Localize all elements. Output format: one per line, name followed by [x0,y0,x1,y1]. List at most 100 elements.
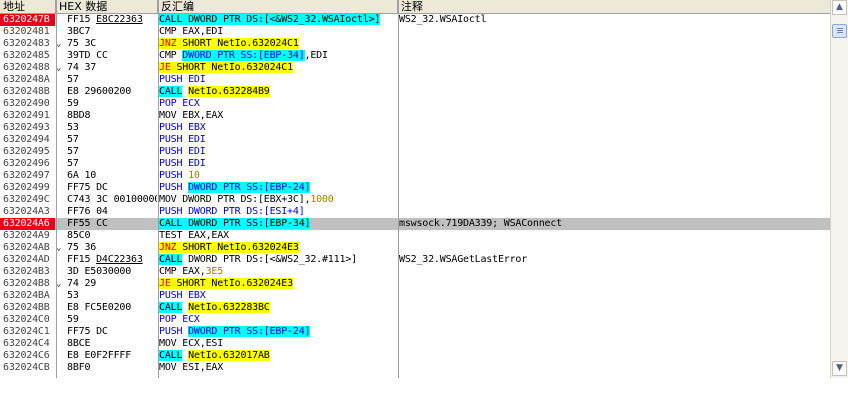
comment-cell[interactable] [399,50,829,62]
disasm-cell[interactable]: PUSH DWORD PTR DS:[ESI+4] [159,206,397,218]
disasm-cell[interactable]: JNZ SHORT NetIo.632024E3 [159,242,397,254]
address-cell[interactable]: 63202481 [0,26,55,38]
address-cell[interactable]: 63202499 [0,182,55,194]
address-cell[interactable]: 632024BB [0,302,55,314]
hex-cell[interactable]: 74 37 [67,62,157,74]
address-cell[interactable]: 63202488 [0,62,55,74]
comment-cell[interactable] [399,158,829,170]
comment-cell[interactable] [399,26,829,38]
table-row[interactable]: 63202490 59 POP ECX [0,98,830,110]
disasm-cell[interactable]: CALL NetIo.632284B9 [159,86,397,98]
hex-cell[interactable]: FF75 DC [67,326,157,338]
address-cell[interactable]: 632024C4 [0,338,55,350]
address-cell[interactable]: 632024B3 [0,266,55,278]
disasm-cell[interactable]: CMP EAX,3E5 [159,266,397,278]
hex-cell[interactable]: 57 [67,158,157,170]
comment-cell[interactable]: WS2_32.WSAGetLastError [399,254,829,266]
hex-cell[interactable]: 74 29 [67,278,157,290]
comment-cell[interactable] [399,146,829,158]
address-cell[interactable]: 63202491 [0,110,55,122]
table-row[interactable]: 632024BB E8 FC5E0200 CALL NetIo.632283BC [0,302,830,314]
disasm-cell[interactable]: CMP EAX,EDI [159,26,397,38]
disasm-cell[interactable]: TEST EAX,EAX [159,230,397,242]
disasm-cell[interactable]: MOV ECX,ESI [159,338,397,350]
hex-cell[interactable]: 39TD CC [67,50,157,62]
disasm-cell[interactable]: PUSH EDI [159,134,397,146]
table-row[interactable]: 63202499 FF75 DC PUSH DWORD PTR SS:[EBP-24… [0,182,830,194]
hex-cell[interactable]: C743 3C 00100000 [67,194,157,206]
address-cell[interactable]: 632024C0 [0,314,55,326]
table-row[interactable]: 632024B8 ⌄ 74 29 JE SHORT NetIo.632024E3 [0,278,830,290]
disasm-cell[interactable]: POP ECX [159,314,397,326]
address-cell[interactable]: 632024C1 [0,326,55,338]
disasm-cell[interactable]: CALL NetIo.632017AB [159,350,397,362]
table-row[interactable]: 6320249C C743 3C 00100000 MOV DWORD PTR DS… [0,194,830,206]
disasm-cell[interactable]: JE SHORT NetIo.632024C1 [159,62,397,74]
table-row[interactable]: 63202491 8BD8 MOV EBX,EAX [0,110,830,122]
hex-cell[interactable]: 53 [67,122,157,134]
disasm-cell[interactable]: PUSH EDI [159,158,397,170]
table-row[interactable]: 632024B3 3D E5030000 CMP EAX,3E5 [0,266,830,278]
comment-cell[interactable] [399,122,829,134]
comment-cell[interactable] [399,290,829,302]
column-hex-header[interactable]: HEX 数据 [56,0,158,13]
hex-cell[interactable]: 57 [67,146,157,158]
table-row[interactable]: 63202485 39TD CC CMP DWORD PTR SS:[EBP-34]… [0,50,830,62]
address-cell-breakpoint[interactable]: 6320247B [0,14,55,26]
disasm-cell[interactable]: MOV EBX,EAX [159,110,397,122]
disasm-cell[interactable]: JNZ SHORT NetIo.632024C1 [159,38,397,50]
address-cell[interactable]: 632024C6 [0,350,55,362]
hex-cell[interactable]: E8 29600200 [67,86,157,98]
address-cell[interactable]: 6320248A [0,74,55,86]
table-row[interactable]: 632024C4 8BCE MOV ECX,ESI [0,338,830,350]
scroll-up-button[interactable]: ▲ [832,0,847,15]
comment-cell[interactable] [399,338,829,350]
column-address-header[interactable]: 地址 [0,0,56,13]
address-cell[interactable]: 63202497 [0,170,55,182]
address-cell-breakpoint[interactable]: 632024A6 [0,218,55,230]
hex-cell[interactable]: 75 3C [67,38,157,50]
address-cell[interactable]: 63202485 [0,50,55,62]
comment-cell[interactable] [399,230,829,242]
comment-cell[interactable] [399,362,829,374]
column-comment-header[interactable]: 注释 [398,0,830,13]
address-cell[interactable]: 63202493 [0,122,55,134]
scroll-down-button[interactable]: ▼ [832,361,847,376]
address-cell[interactable]: 632024BA [0,290,55,302]
disasm-cell[interactable]: CALL DWORD PTR SS:[EBP-34] [159,218,397,230]
disasm-cell[interactable]: PUSH EDI [159,74,397,86]
comment-cell[interactable] [399,266,829,278]
comment-cell[interactable] [399,38,829,50]
hex-cell[interactable]: 53 [67,290,157,302]
comment-cell[interactable]: mswsock.719DA339; WSAConnect [399,218,829,230]
table-row[interactable]: 632024C1 FF75 DC PUSH DWORD PTR SS:[EBP-24… [0,326,830,338]
hex-cell[interactable]: 8BD8 [67,110,157,122]
comment-cell[interactable] [399,242,829,254]
disasm-cell[interactable]: PUSH EDI [159,146,397,158]
table-row[interactable]: 632024CB 8BF0 MOV ESI,EAX [0,362,830,374]
disasm-cell[interactable]: MOV DWORD PTR DS:[EBX+3C],1000 [159,194,397,206]
address-cell[interactable]: 63202494 [0,134,55,146]
disasm-cell[interactable]: CALL DWORD PTR DS:[<&WS2_32.WSAIoctl>] [159,14,397,26]
table-row[interactable]: 632024C0 59 POP ECX [0,314,830,326]
table-row[interactable]: 6320248A 57 PUSH EDI [0,74,830,86]
comment-cell[interactable] [399,182,829,194]
comment-cell[interactable] [399,302,829,314]
comment-cell[interactable] [399,98,829,110]
address-cell[interactable]: 63202495 [0,146,55,158]
address-cell[interactable]: 63202483 [0,38,55,50]
comment-cell[interactable] [399,134,829,146]
hex-cell[interactable]: 6A 10 [67,170,157,182]
hex-cell[interactable]: 85C0 [67,230,157,242]
comment-cell[interactable] [399,62,829,74]
column-disasm-header[interactable]: 反汇编 [158,0,398,13]
address-cell[interactable]: 63202490 [0,98,55,110]
hex-cell[interactable]: E8 E0F2FFFF [67,350,157,362]
disasm-cell[interactable]: CALL DWORD PTR DS:[<&WS2_32.#111>] [159,254,397,266]
disasm-cell[interactable]: MOV ESI,EAX [159,362,397,374]
table-row[interactable]: 632024C6 E8 E0F2FFFF CALL NetIo.632017AB [0,350,830,362]
vertical-scrollbar[interactable]: ▲ ▼ [830,0,848,378]
disasm-cell[interactable]: PUSH EBX [159,290,397,302]
comment-cell[interactable] [399,206,829,218]
disasm-cell[interactable]: JE SHORT NetIo.632024E3 [159,278,397,290]
